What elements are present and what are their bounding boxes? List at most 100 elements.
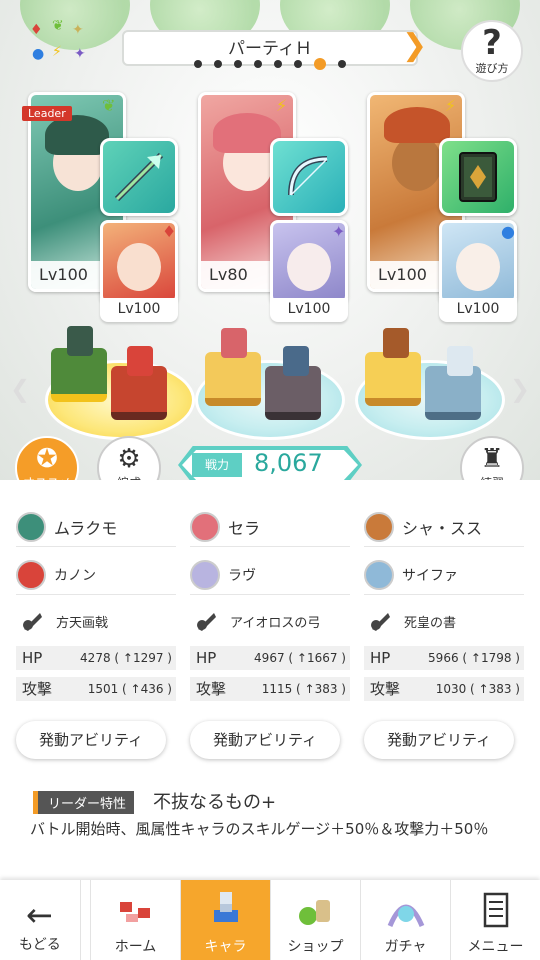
attack-value: 1501 ( ↑436 )	[87, 682, 172, 696]
party-slot-1[interactable]: Lv100 Leader ❦ ♦ Lv100	[22, 92, 178, 322]
thunder-element-icon: ⚡	[445, 96, 457, 115]
attack-stat: 攻撃 1115 ( ↑383 )	[190, 677, 350, 701]
ability-button[interactable]: 発動アビリティ	[364, 721, 514, 759]
back-button[interactable]: ← もどる	[0, 880, 81, 960]
recommend-icon: ✪	[36, 444, 58, 474]
character-portrait	[392, 135, 442, 191]
page-dot[interactable]	[234, 60, 242, 68]
leader-badge: Leader	[22, 106, 72, 121]
character-avatar	[364, 560, 394, 590]
attack-stat: 攻撃 1030 ( ↑383 )	[364, 677, 524, 701]
sub-character-name: カノン	[54, 568, 96, 584]
page-dot[interactable]	[338, 60, 346, 68]
nav-shop[interactable]: ショップ	[270, 880, 360, 960]
character-avatar	[16, 512, 46, 542]
thunder-element-icon: ⚡	[276, 96, 288, 115]
gacha-label: ガチャ	[384, 939, 427, 955]
home-icon	[119, 902, 150, 922]
attack-label: 攻撃	[196, 680, 227, 698]
weapon-card[interactable]	[439, 138, 517, 216]
main-character-name: シャ・スス	[402, 519, 483, 538]
weapon-row[interactable]: 死皇の書	[364, 602, 524, 640]
bottom-navigation: ← もどる ホーム キャラ ショップ ガチャ メニュー	[0, 880, 540, 960]
character-avatar	[16, 560, 46, 590]
page-dot[interactable]	[274, 60, 282, 68]
weapon-silhouette-icon	[371, 613, 390, 631]
main-character-row[interactable]: シャ・スス	[364, 508, 524, 547]
page-dot[interactable]	[194, 60, 202, 68]
hp-stat: HP 4967 ( ↑1667 )	[190, 646, 350, 670]
character-avatar	[364, 512, 394, 542]
pixel-sprite	[447, 346, 473, 376]
pixel-block	[365, 352, 421, 406]
hp-stat: HP 5966 ( ↑1798 )	[364, 646, 524, 670]
formation-gear-icon: ⚙	[117, 444, 141, 474]
book-icon	[459, 152, 497, 202]
dark-element-icon: ✦	[332, 222, 346, 241]
back-label: もどる	[19, 937, 61, 953]
character-portrait	[456, 243, 500, 291]
ability-button[interactable]: 発動アビリティ	[16, 721, 166, 759]
party-page-dots[interactable]	[194, 58, 346, 70]
sub-character-row[interactable]: カノン	[16, 556, 176, 595]
page-dot[interactable]	[294, 60, 302, 68]
weapon-silhouette-icon	[197, 613, 216, 631]
party-slot-2[interactable]: Lv80 ⚡ ✦ Lv100	[198, 92, 348, 322]
weapon-row[interactable]: 方天画戟	[16, 602, 176, 640]
pixel-block	[205, 352, 261, 406]
shop-label: ショップ	[287, 939, 344, 955]
sub-character-name: サイファ	[402, 568, 458, 584]
attack-stat: 攻撃 1501 ( ↑436 )	[16, 677, 176, 701]
nav-home[interactable]: ホーム	[90, 880, 180, 960]
main-character-row[interactable]: セラ	[190, 508, 350, 547]
character-portrait	[117, 243, 161, 291]
weapon-card[interactable]	[270, 138, 348, 216]
pixel-sprite	[283, 346, 309, 376]
next-party-chevron-icon[interactable]: ❯	[402, 28, 427, 63]
pixel-block	[51, 348, 107, 402]
light-element-icon: ✦	[72, 22, 84, 38]
home-label: ホーム	[114, 939, 157, 955]
party-slot-3[interactable]: Lv100 ⚡ ● Lv100	[367, 92, 517, 322]
nav-chara[interactable]: キャラ	[180, 880, 270, 960]
question-icon: ?	[482, 23, 502, 63]
unit-pedestal-3	[355, 328, 505, 440]
attack-value: 1030 ( ↑383 )	[435, 682, 520, 696]
nav-gacha[interactable]: ガチャ	[360, 880, 450, 960]
weapon-name: アイオロスの弓	[230, 615, 321, 631]
help-label: 遊び方	[475, 62, 509, 75]
weapon-row[interactable]: アイオロスの弓	[190, 602, 350, 640]
water-element-icon: ●	[501, 222, 515, 241]
water-element-icon: ●	[32, 46, 45, 62]
page-dot[interactable]	[214, 60, 222, 68]
leader-skill-tag: リーダー特性	[33, 791, 135, 814]
hp-value: 4967 ( ↑1667 )	[254, 651, 346, 665]
page-dot[interactable]	[254, 60, 262, 68]
next-arrow-icon[interactable]: ❯	[510, 375, 530, 403]
help-button[interactable]: ? 遊び方	[461, 20, 523, 82]
hp-value: 4278 ( ↑1297 )	[80, 651, 172, 665]
page-dot-active[interactable]	[314, 58, 326, 70]
element-filter-icons[interactable]: ♦ ❦ ✦ ● ⚡ ✦	[22, 18, 100, 70]
sub-character-row[interactable]: ラヴ	[190, 556, 350, 595]
leader-skill-description: バトル開始時、風属性キャラのスキルゲージ＋50％＆攻撃力＋50％	[30, 820, 489, 838]
main-character-name: セラ	[228, 519, 261, 538]
halberd-icon	[114, 152, 164, 202]
character-portrait	[287, 243, 331, 291]
power-label: 戦力	[192, 453, 242, 477]
sub-character-row[interactable]: サイファ	[364, 556, 524, 595]
weapon-name: 死皇の書	[404, 615, 457, 631]
nav-menu[interactable]: メニュー	[450, 880, 540, 960]
pixel-sprite	[127, 346, 153, 376]
ability-button[interactable]: 発動アビリティ	[190, 721, 340, 759]
pixel-sprite	[383, 328, 409, 358]
hp-value: 5966 ( ↑1798 )	[428, 651, 520, 665]
shop-icon	[298, 900, 330, 925]
bow-icon	[288, 156, 328, 196]
attack-label: 攻撃	[22, 680, 53, 698]
fire-element-icon: ♦	[162, 222, 177, 241]
weapon-card[interactable]	[100, 138, 178, 216]
prev-arrow-icon[interactable]: ❮	[10, 375, 30, 403]
main-character-row[interactable]: ムラクモ	[16, 508, 176, 547]
training-dummy-icon: ♜	[480, 444, 504, 474]
